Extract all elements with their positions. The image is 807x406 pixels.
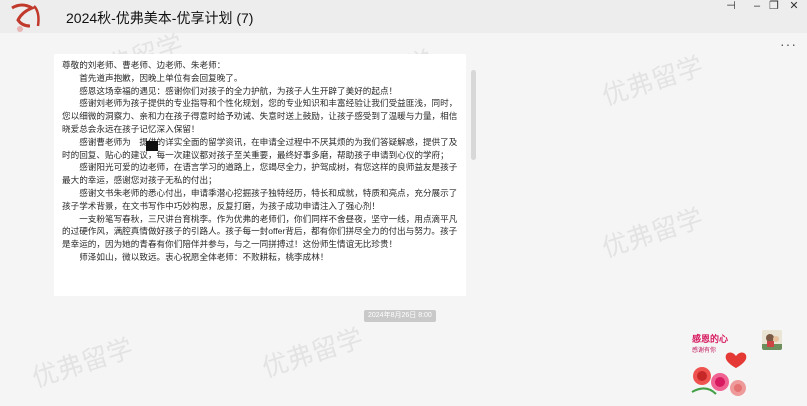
close-button[interactable]: ✕ — [783, 0, 805, 14]
message-paragraph: 一支粉笔写春秋，三尺讲台育桃李。作为优弗的老师们，你们同样不舍昼夜，坚守一线，用… — [62, 213, 458, 250]
watermark: 优弗留学 — [598, 50, 707, 112]
sender-avatar[interactable] — [762, 330, 782, 350]
chat-title: 2024秋-优弗美本-优享计划 (7) — [66, 10, 254, 26]
redaction-mark — [146, 141, 158, 151]
thank-you-sticker[interactable]: 感恩的心 感谢有你 — [686, 330, 758, 402]
message-paragraph: 师泽如山，微以致远。衷心祝愿全体老师：不败耕耘，桃李成林！ — [79, 251, 329, 262]
restore-button[interactable]: ❐ — [763, 0, 785, 14]
message-paragraph: 感谢刘老师为孩子提供的专业指导和个性化规划，您的专业知识和丰富经验让我们受益匪浅… — [62, 98, 458, 134]
app-logo-icon — [11, 3, 40, 32]
message-paragraph: 感谢阳光可爱的边老师，在语言学习的道路上，您竭尽全力，护驾成树，有您这样的良师益… — [62, 162, 458, 186]
message-paragraph: 首先道声抱歉，因晚上单位有会回复晚了。 — [79, 72, 243, 83]
message-paragraph: 感恩这场幸福的遇见：感谢你们对孩子的全力护航，为孩子人生开辟了美好的起点！ — [79, 85, 398, 96]
message-paragraph: 感谢文书朱老师的悉心付出，申请季潜心挖掘孩子独特经历，特长和成就，特质和亮点，充… — [62, 187, 458, 211]
title-bar: 2024秋-优弗美本-优享计划 (7) ⊣ – ❐ ✕ — [0, 0, 807, 33]
watermark: 优弗留学 — [258, 322, 367, 384]
scrollbar-thumb[interactable] — [471, 70, 476, 160]
watermark: 优弗留学 — [28, 332, 137, 394]
sticker-subtitle: 感谢有你 — [692, 346, 716, 354]
message-timestamp: 2024年8月26日 8:00 — [364, 310, 436, 322]
watermark: 优弗留学 — [598, 202, 707, 264]
message-bubble[interactable]: 尊敬的刘老师、曹老师、边老师、朱老师： 首先道声抱歉，因晚上单位有会回复晚了。 … — [54, 54, 466, 296]
message-paragraph: 感谢曹老师为 提供的详实全面的留学资讯，在申请全过程中不厌其烦的为我们答疑解惑，… — [62, 136, 458, 160]
sticker-title: 感恩的心 — [692, 333, 728, 345]
pin-icon[interactable]: ⊣ — [720, 0, 742, 14]
message-paragraph: 尊敬的刘老师、曹老师、边老师、朱老师： — [62, 60, 226, 70]
avatar-image-icon — [762, 334, 782, 350]
